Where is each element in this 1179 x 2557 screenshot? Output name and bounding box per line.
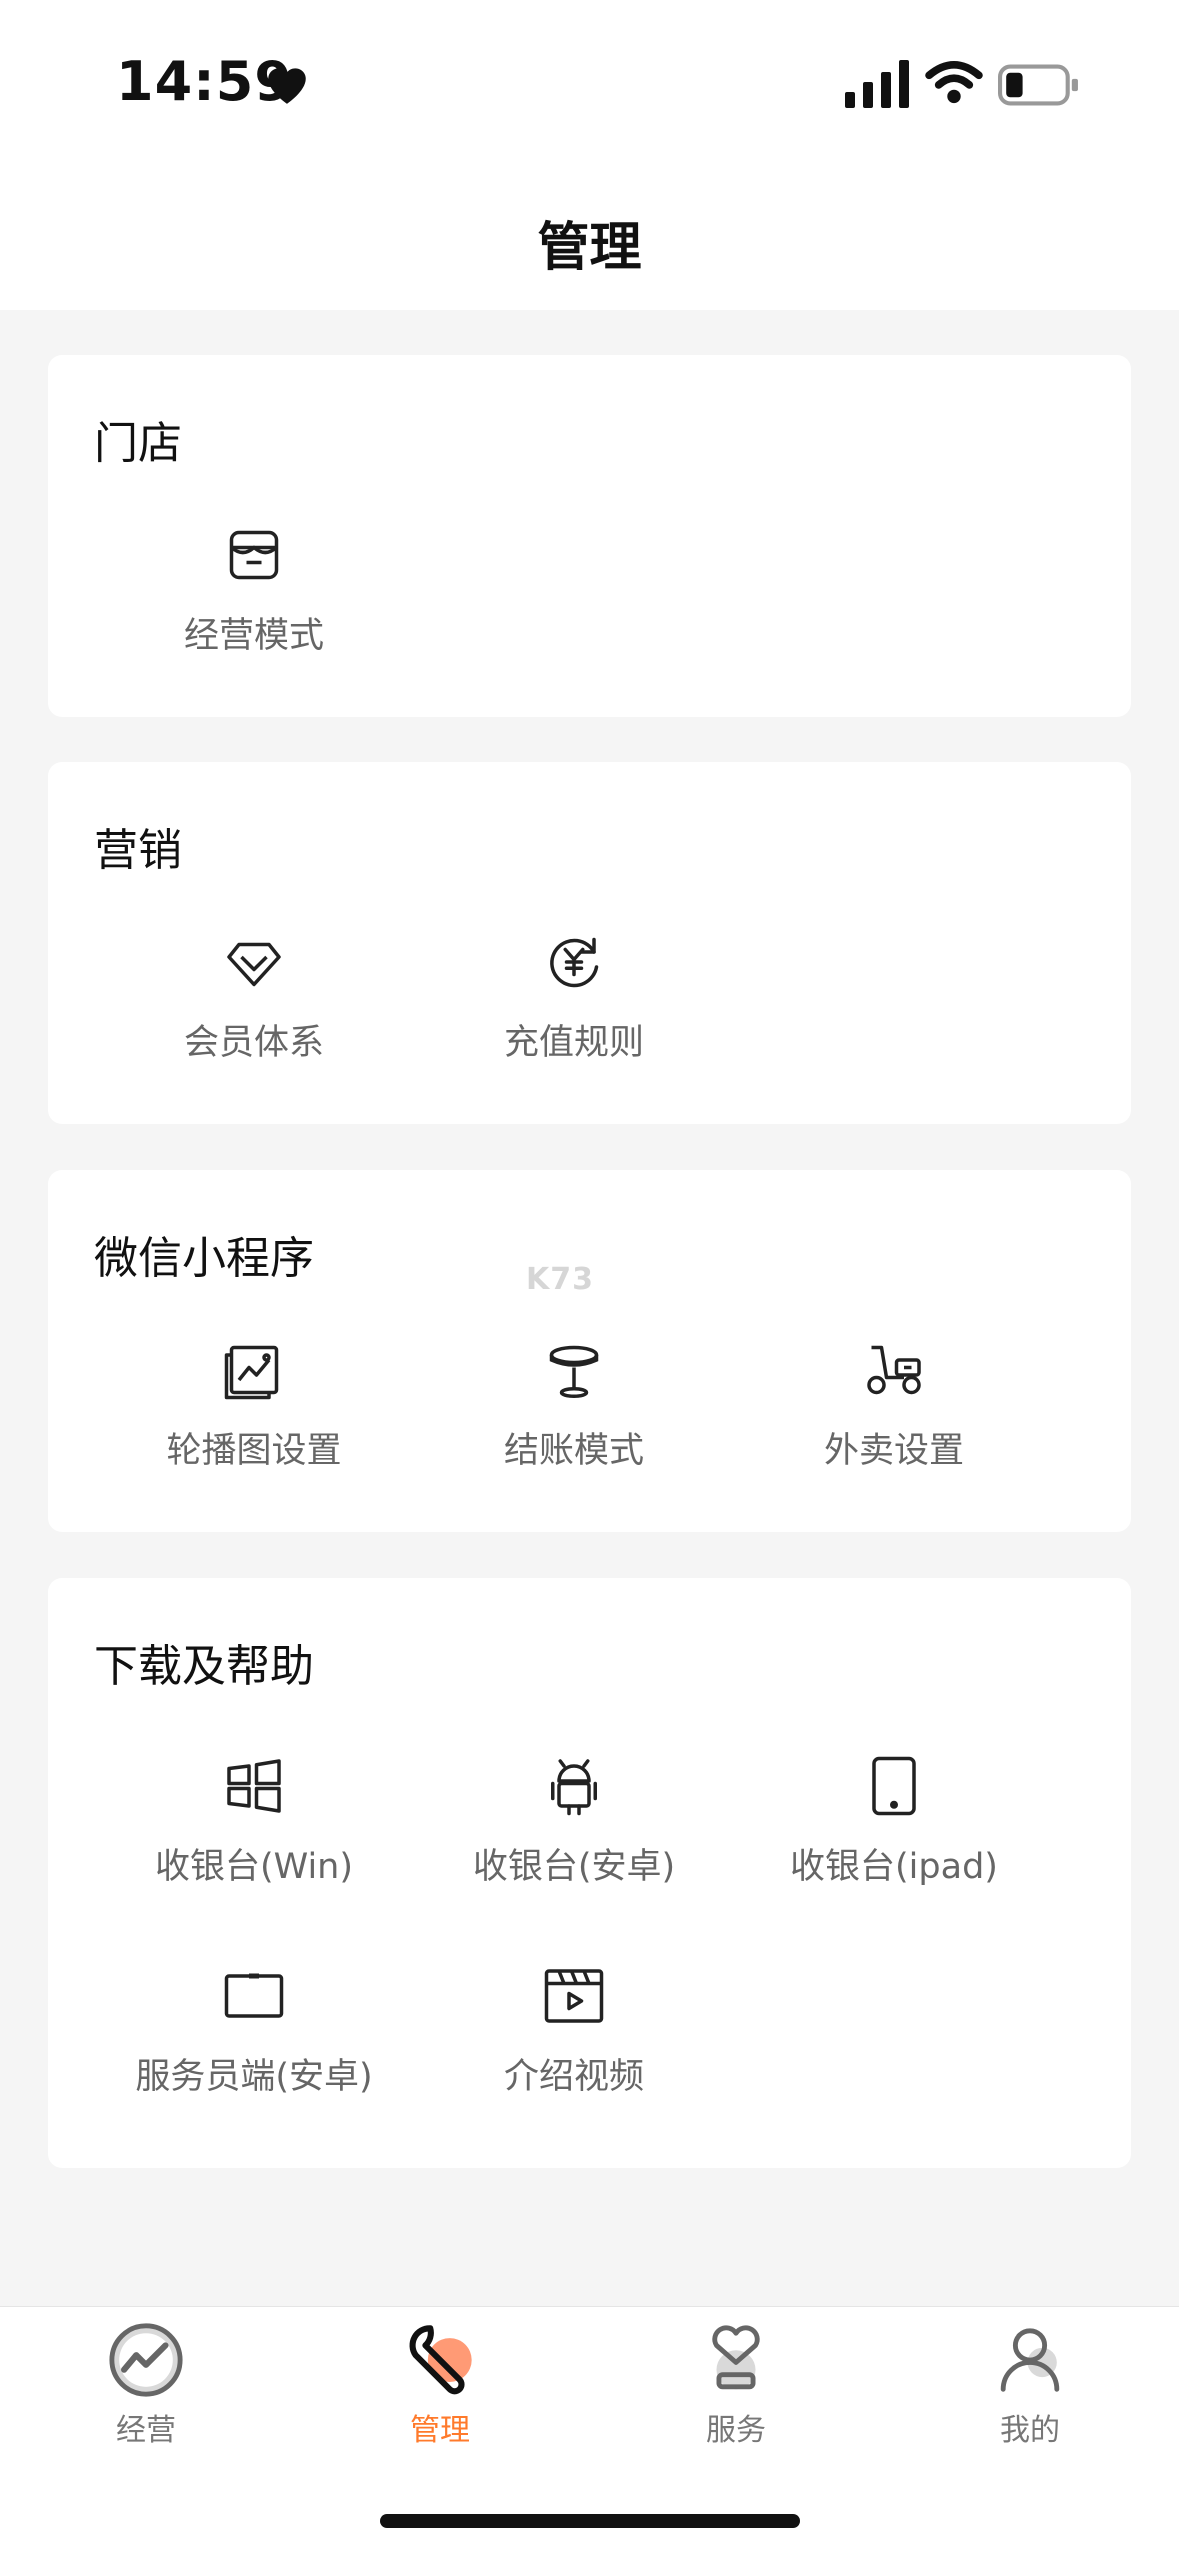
table-icon — [549, 1345, 599, 1398]
user-icon — [1000, 2328, 1060, 2392]
item-label: 轮播图设置 — [166, 1431, 342, 1471]
wifi-icon — [925, 60, 983, 104]
section-marketing: 营销 会员体系 充值规则 — [48, 762, 1131, 1124]
item-label: 充值规则 — [503, 1023, 644, 1063]
cashier-ipad-item[interactable]: 收银台(ipad) — [734, 1756, 1054, 1889]
tab-label: 服务 — [706, 2413, 766, 2448]
nav-header: 管理 — [0, 170, 1179, 310]
windows-icon — [227, 1759, 281, 1813]
section-title: 营销 — [94, 825, 182, 876]
tab-mine[interactable]: 我的 — [930, 2321, 1130, 2449]
store-icon — [229, 530, 279, 580]
intro-video-item[interactable]: 介绍视频 — [414, 1966, 734, 2099]
item-label: 外卖设置 — [823, 1431, 964, 1471]
heart-hand-icon — [712, 2325, 760, 2390]
item-label: 收银台(Win) — [154, 1847, 354, 1887]
section-title: 微信小程序 — [94, 1233, 314, 1284]
monitor-icon — [224, 1973, 284, 2018]
section-wechat-miniprogram: 微信小程序 轮播图设置 结账模式 外卖设置 — [48, 1170, 1131, 1532]
membership-item[interactable]: 会员体系 — [94, 932, 414, 1065]
diamond-icon — [227, 942, 281, 987]
checkout-mode-item[interactable]: 结账模式 — [414, 1340, 734, 1473]
item-label: 结账模式 — [503, 1431, 644, 1471]
section-title: 门店 — [94, 418, 182, 469]
home-indicator — [380, 2514, 800, 2528]
waiter-android-item[interactable]: 服务员端(安卓) — [94, 1966, 414, 2099]
android-icon — [551, 1759, 597, 1816]
heart-icon — [268, 68, 306, 104]
tab-business[interactable]: 经营 — [46, 2321, 246, 2449]
item-label: 收银台(安卓) — [472, 1847, 676, 1887]
battery-icon — [998, 64, 1078, 106]
carousel-settings-item[interactable]: 轮播图设置 — [94, 1340, 414, 1473]
tab-label: 管理 — [410, 2413, 470, 2448]
image-chart-icon — [224, 1345, 279, 1400]
scooter-icon — [867, 1345, 921, 1395]
tab-label: 经营 — [116, 2413, 176, 2448]
recharge-rules-item[interactable]: 充值规则 — [414, 932, 734, 1065]
tab-management[interactable]: 管理 — [340, 2321, 540, 2449]
signal-icon — [845, 60, 909, 108]
item-label: 收银台(ipad) — [790, 1847, 998, 1887]
yen-refresh-icon — [550, 937, 599, 988]
tab-label: 我的 — [1000, 2413, 1060, 2448]
item-label: 服务员端(安卓) — [135, 2057, 373, 2097]
tablet-icon — [872, 1756, 916, 1816]
status-bar: 14:59 — [0, 0, 1179, 170]
item-label: 会员体系 — [183, 1023, 324, 1063]
business-mode-item[interactable]: 经营模式 — [94, 525, 414, 658]
section-download-help: 下载及帮助 收银台(Win) 收银台(安卓) 收银台(ipad) 服务员端(安卓… — [48, 1578, 1131, 2168]
wrench-icon — [409, 2325, 472, 2395]
video-icon — [544, 1969, 604, 2023]
cashier-win-item[interactable]: 收银台(Win) — [94, 1756, 414, 1889]
page-title: 管理 — [537, 218, 642, 278]
watermark: K73 — [526, 1262, 594, 1297]
chart-circle-icon — [109, 2323, 183, 2397]
section-store: 门店 经营模式 — [48, 355, 1131, 717]
item-label: 介绍视频 — [503, 2057, 644, 2097]
takeout-settings-item[interactable]: 外卖设置 — [734, 1340, 1054, 1473]
item-label: 经营模式 — [183, 616, 324, 656]
section-title: 下载及帮助 — [94, 1641, 314, 1692]
tab-service[interactable]: 服务 — [636, 2321, 836, 2449]
cashier-android-item[interactable]: 收银台(安卓) — [414, 1756, 734, 1889]
